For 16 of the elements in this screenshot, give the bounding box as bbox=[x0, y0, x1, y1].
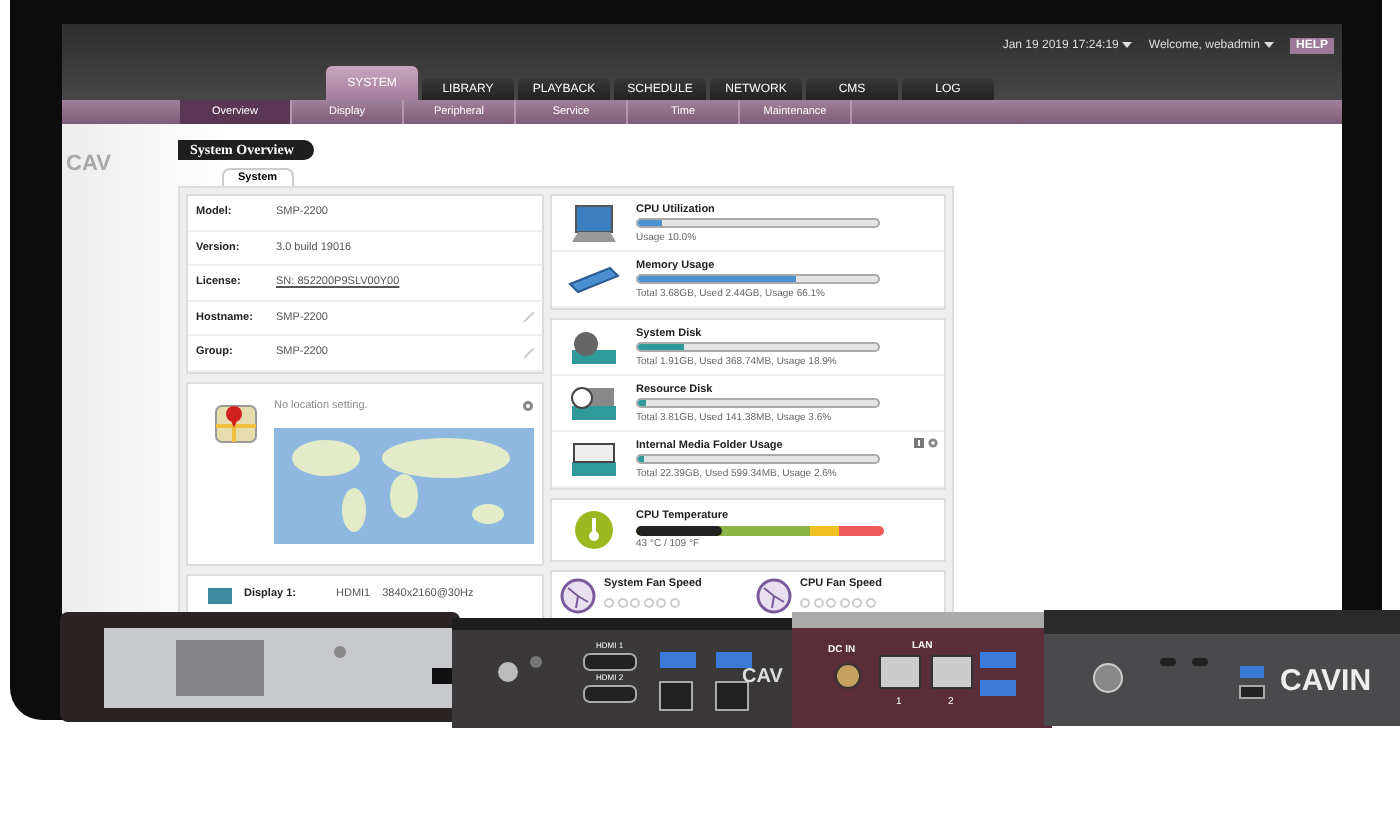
brand-logo: CAV bbox=[742, 666, 783, 688]
brand-text: CAV bbox=[64, 152, 111, 176]
monitor-icon bbox=[570, 203, 618, 243]
caret-icon bbox=[1263, 42, 1274, 48]
thermometer-icon bbox=[574, 510, 614, 550]
info-icon[interactable] bbox=[914, 438, 924, 448]
fan-icon bbox=[560, 578, 596, 614]
settings-icon[interactable] bbox=[522, 399, 534, 411]
settings-icon[interactable] bbox=[928, 438, 938, 448]
memory-module-icon bbox=[568, 265, 620, 293]
caret-icon bbox=[1122, 42, 1133, 48]
map-pin-icon bbox=[213, 399, 257, 443]
brand-logo: CAVIN bbox=[1280, 664, 1372, 698]
fan-icon bbox=[756, 578, 792, 614]
clock-drive-icon bbox=[568, 383, 620, 423]
display-icon bbox=[208, 587, 232, 603]
